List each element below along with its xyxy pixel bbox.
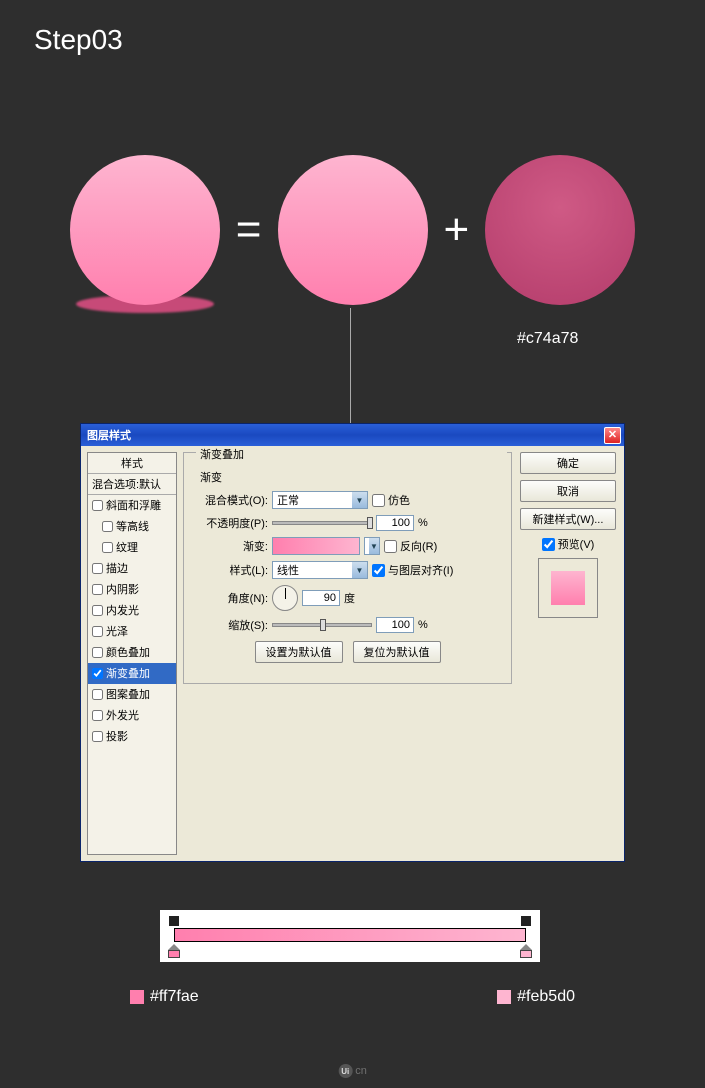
swatch-left [130, 990, 144, 1004]
preview-checkbox[interactable]: 预览(V) [542, 536, 595, 552]
color-stop-left[interactable] [168, 944, 180, 958]
preview-row: = + [0, 155, 705, 305]
right-hex-label: #feb5d0 [517, 988, 575, 1006]
reverse-checkbox[interactable]: 反向(R) [384, 538, 437, 554]
shadow-hex-label: #c74a78 [517, 330, 578, 348]
angle-unit: 度 [344, 590, 355, 606]
gradient-dropdown[interactable]: ▼ [364, 537, 380, 555]
gradient-hex-row: #ff7fae #feb5d0 [0, 988, 705, 1006]
sidebar-satin[interactable]: 光泽 [88, 621, 176, 642]
blend-mode-select[interactable]: 正常 ▼ [272, 491, 368, 509]
chevron-down-icon: ▼ [352, 562, 367, 578]
style-label: 样式(L): [192, 562, 268, 578]
percent-unit: % [418, 517, 428, 529]
align-label: 与图层对齐(I) [388, 562, 453, 578]
sidebar-drop-shadow[interactable]: 投影 [88, 726, 176, 747]
sidebar-inner-shadow-label: 内阴影 [106, 581, 139, 597]
opacity-slider[interactable] [272, 521, 372, 525]
sidebar-pattern-overlay[interactable]: 图案叠加 [88, 684, 176, 705]
preview-thumbnail [551, 571, 585, 605]
cancel-button[interactable]: 取消 [520, 480, 616, 502]
gradient-editor-sample [160, 910, 540, 962]
equals-sign: = [228, 205, 270, 255]
chevron-down-icon: ▼ [352, 492, 367, 508]
style-sidebar: 样式 混合选项:默认 斜面和浮雕 等高线 纹理 描边 内阴影 内发光 光泽 颜色… [87, 452, 177, 855]
sidebar-texture-label: 纹理 [116, 539, 138, 555]
dialog-titlebar[interactable]: 图层样式 ✕ [81, 424, 624, 446]
left-hex-label: #ff7fae [150, 988, 199, 1006]
plus-sign: + [436, 205, 478, 255]
left-hex: #ff7fae [130, 988, 199, 1006]
sidebar-color-overlay-label: 颜色叠加 [106, 644, 150, 660]
preview-label: 预览(V) [558, 536, 595, 552]
sidebar-gradient-overlay[interactable]: 渐变叠加 [88, 663, 176, 684]
opacity-input[interactable] [376, 515, 414, 531]
sidebar-gradient-overlay-label: 渐变叠加 [106, 665, 150, 681]
scale-slider[interactable] [272, 623, 372, 627]
angle-dial[interactable] [272, 585, 298, 611]
gradient-label: 渐变: [192, 538, 268, 554]
gradient-swatch[interactable] [272, 537, 360, 555]
set-default-button[interactable]: 设置为默认值 [255, 641, 343, 663]
reverse-label: 反向(R) [400, 538, 437, 554]
options-panel: 渐变叠加 渐变 混合模式(O): 正常 ▼ 仿色 不透明度(P): % [183, 452, 512, 855]
sidebar-contour-label: 等高线 [116, 518, 149, 534]
sidebar-satin-label: 光泽 [106, 623, 128, 639]
sidebar-color-overlay[interactable]: 颜色叠加 [88, 642, 176, 663]
dither-checkbox[interactable]: 仿色 [372, 492, 410, 508]
watermark-logo-icon: Ui [338, 1064, 352, 1078]
color-stop-right[interactable] [520, 944, 532, 958]
gradient-circle [278, 155, 428, 305]
preview-box [538, 558, 598, 618]
opacity-label: 不透明度(P): [192, 515, 268, 531]
connector-line [350, 308, 351, 423]
layer-style-dialog: 图层样式 ✕ 样式 混合选项:默认 斜面和浮雕 等高线 纹理 描边 内阴影 内发… [80, 423, 625, 862]
align-checkbox[interactable]: 与图层对齐(I) [372, 562, 453, 578]
sidebar-contour[interactable]: 等高线 [88, 516, 176, 537]
sidebar-bevel[interactable]: 斜面和浮雕 [88, 495, 176, 516]
sidebar-drop-shadow-label: 投影 [106, 728, 128, 744]
right-hex: #feb5d0 [497, 988, 575, 1006]
dialog-title: 图层样式 [87, 427, 131, 443]
angle-input[interactable] [302, 590, 340, 606]
sidebar-inner-glow[interactable]: 内发光 [88, 600, 176, 621]
reset-default-button[interactable]: 复位为默认值 [353, 641, 441, 663]
style-value: 线性 [277, 562, 299, 578]
watermark-text: cn [355, 1065, 367, 1077]
sidebar-outer-glow-label: 外发光 [106, 707, 139, 723]
opacity-stop-right[interactable] [521, 916, 531, 926]
new-style-button[interactable]: 新建样式(W)... [520, 508, 616, 530]
swatch-right [497, 990, 511, 1004]
sidebar-blend-default[interactable]: 混合选项:默认 [88, 474, 176, 495]
close-icon[interactable]: ✕ [604, 427, 621, 444]
sidebar-texture[interactable]: 纹理 [88, 537, 176, 558]
sidebar-stroke[interactable]: 描边 [88, 558, 176, 579]
sidebar-bevel-label: 斜面和浮雕 [106, 497, 161, 513]
step-title: Step03 [34, 24, 123, 56]
result-circle [70, 155, 220, 305]
scale-label: 缩放(S): [192, 617, 268, 633]
group-title: 渐变叠加 [196, 446, 507, 462]
percent-unit-2: % [418, 619, 428, 631]
opacity-stop-left[interactable] [169, 916, 179, 926]
angle-label: 角度(N): [192, 590, 268, 606]
chevron-down-icon: ▼ [369, 538, 379, 554]
sub-title: 渐变 [200, 469, 503, 485]
scale-input[interactable] [376, 617, 414, 633]
gradient-rail[interactable] [174, 928, 526, 942]
sidebar-outer-glow[interactable]: 外发光 [88, 705, 176, 726]
shadow-circle [485, 155, 635, 305]
sidebar-inner-shadow[interactable]: 内阴影 [88, 579, 176, 600]
sidebar-inner-glow-label: 内发光 [106, 602, 139, 618]
ok-button[interactable]: 确定 [520, 452, 616, 474]
sidebar-pattern-overlay-label: 图案叠加 [106, 686, 150, 702]
style-select[interactable]: 线性 ▼ [272, 561, 368, 579]
sidebar-stroke-label: 描边 [106, 560, 128, 576]
blend-mode-label: 混合模式(O): [192, 492, 268, 508]
watermark: Ui cn [338, 1064, 367, 1078]
blend-mode-value: 正常 [277, 492, 299, 508]
dither-label: 仿色 [388, 492, 410, 508]
dialog-right-column: 确定 取消 新建样式(W)... 预览(V) [518, 452, 618, 855]
sidebar-styles[interactable]: 样式 [88, 453, 176, 474]
